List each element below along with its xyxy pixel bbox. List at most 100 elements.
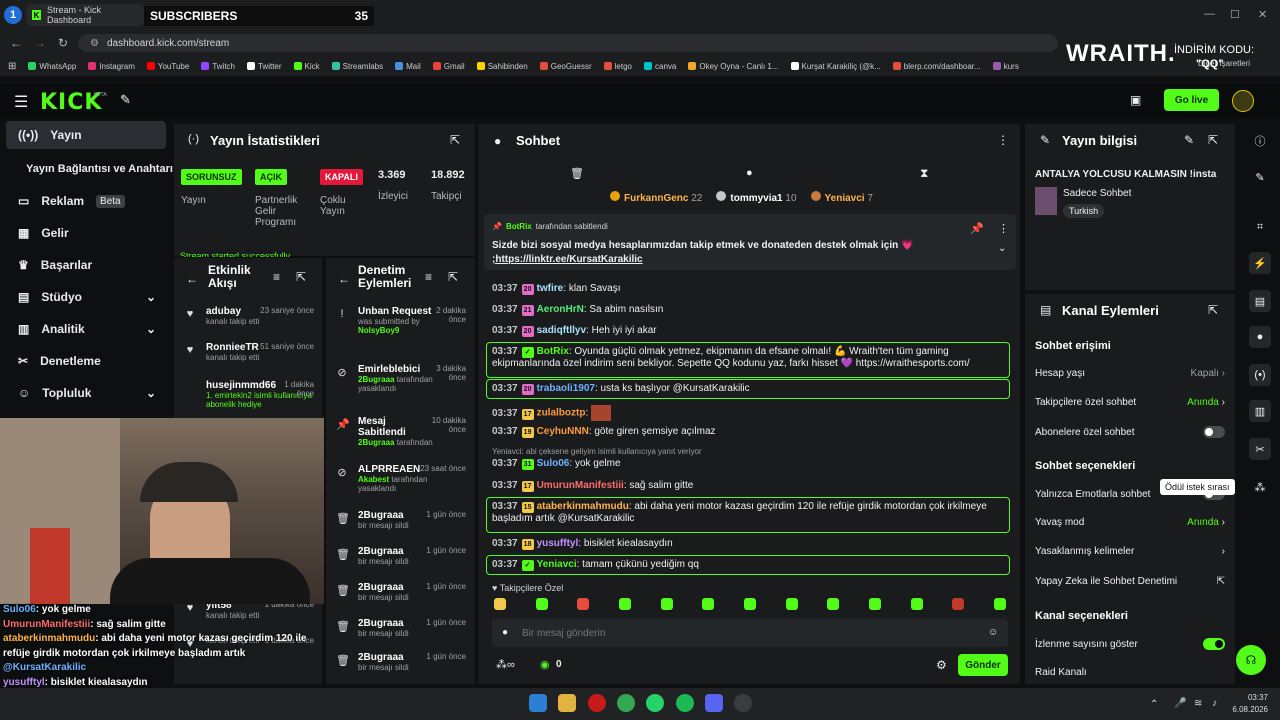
chat-message[interactable]: 03:37 17 zulalboztp: xyxy=(492,405,1012,421)
popout-icon[interactable]: ⇱ xyxy=(1208,133,1218,147)
points-icon[interactable]: ⁂∞ xyxy=(496,658,515,671)
sidebar-item-yayin[interactable]: ((•)) Yayın xyxy=(6,121,166,149)
bookmark-item[interactable]: WhatsApp xyxy=(28,62,76,71)
chat-message[interactable]: 03:37 17 UmurunManifestiii: sağ salim gitt… xyxy=(492,480,1012,492)
chat-message[interactable]: 03:37 ✓ Yeniavci: tamam çükünü yediğim qq xyxy=(492,559,1012,571)
bookmark-item[interactable]: Streamlabs xyxy=(331,62,383,71)
forward-icon[interactable]: → xyxy=(34,36,46,50)
camera-icon[interactable]: ▣ xyxy=(1130,93,1141,107)
pinned-link[interactable]: ;https://linktr.ee/KursatKarakilic xyxy=(492,254,643,265)
bookmark-item[interactable]: canva xyxy=(644,62,676,71)
banned-words-row[interactable]: Yasaklanmış kelimeler › xyxy=(1035,546,1225,557)
message-user[interactable]: yusufftyl xyxy=(537,538,579,549)
sidebar-item-stream-key[interactable]: Yayın Bağlantısı ve Anahtarı xyxy=(6,155,174,183)
bookmark-item[interactable]: Twitch xyxy=(201,62,235,71)
message-user[interactable]: sadiqftllyv xyxy=(537,325,586,336)
browser-tab[interactable]: K Stream - Kick Dashboard xyxy=(26,4,144,26)
bookmark-item[interactable]: GeoGuessr xyxy=(539,62,592,71)
bookmark-item[interactable]: Instagram xyxy=(88,62,135,71)
chat-message-field[interactable] xyxy=(522,624,962,642)
chat-message[interactable]: 03:37 19 CeyhuNNN: göte giren şemsiye açıl… xyxy=(492,426,1012,438)
emote-icon[interactable] xyxy=(702,598,715,610)
menu-icon[interactable]: ☰ xyxy=(14,92,28,112)
hourglass-icon[interactable]: ⧗ xyxy=(920,166,928,181)
chat-message[interactable]: 03:37 15 ataberkinmahmudu: abi daha yeni m… xyxy=(492,501,1012,524)
popout-icon[interactable]: ⇱ xyxy=(1208,303,1218,317)
chat-message[interactable]: 03:37 20 twfire: klan Savaşı xyxy=(492,283,1012,295)
message-user[interactable]: Sulo06 xyxy=(537,458,570,469)
message-user[interactable]: Yeniavci xyxy=(537,559,577,570)
followers-only-row[interactable]: Takipçilere özel sohbet Anında › xyxy=(1035,397,1225,408)
popout-icon[interactable]: ⇱ xyxy=(450,133,460,147)
bookmark-item[interactable]: letgo xyxy=(603,62,632,71)
info-icon[interactable]: ⓘ xyxy=(1249,130,1271,152)
slow-mode-row[interactable]: Yavaş mod Anında › xyxy=(1035,517,1225,528)
emote-icon[interactable] xyxy=(910,598,923,610)
avatar[interactable] xyxy=(1232,90,1254,112)
filter-icon[interactable]: ≡ xyxy=(273,270,280,284)
chat-bubble-icon[interactable]: ● xyxy=(746,167,753,179)
emote-icon[interactable] xyxy=(535,598,548,610)
emote-icon[interactable] xyxy=(660,598,673,610)
emoji-icon[interactable]: ☺ xyxy=(988,627,998,638)
chat-message[interactable]: 03:37 ✓ BotRix: Oyunda güçlü olmak yetmez,… xyxy=(492,346,1012,369)
emote-icon[interactable] xyxy=(868,598,881,610)
spotify-icon[interactable] xyxy=(676,694,694,712)
clock-time[interactable]: 03:37 xyxy=(1238,693,1268,702)
url-field[interactable]: ⚙ dashboard.kick.com/stream xyxy=(78,34,1058,52)
category-name[interactable]: Sadece Sohbet xyxy=(1063,188,1131,199)
broadcast-icon[interactable]: (•) xyxy=(1249,364,1271,386)
opera-icon[interactable] xyxy=(588,694,606,712)
chat-bubble-icon[interactable]: ● xyxy=(1249,326,1271,348)
pin-icon[interactable]: 📌 xyxy=(970,222,984,235)
sidebar-item-basarilar[interactable]: ♛ Başarılar xyxy=(6,251,166,279)
bookmark-item[interactable]: Kurşat Karakiliç (@k... xyxy=(790,62,881,71)
edit-icon[interactable]: ✎ xyxy=(1249,166,1271,188)
reply-context[interactable]: Yeniavci: abi çeksene geliyim isimli kul… xyxy=(492,446,1012,457)
top-gifter[interactable]: tommyvia1 10 xyxy=(716,191,797,204)
chat-message[interactable]: 03:37 20 sadiqftllyv: Heh iyi iyi akar xyxy=(492,325,1012,337)
sidebar-item-analitik[interactable]: ▥ Analitik ⌄ xyxy=(6,315,166,343)
bookmark-item[interactable]: Mail xyxy=(395,62,421,71)
send-button[interactable]: Gönder xyxy=(958,654,1008,676)
bookmark-item[interactable]: YouTube xyxy=(146,62,189,71)
edit-icon[interactable]: ✎ xyxy=(1184,133,1194,147)
chrome-icon[interactable] xyxy=(617,694,635,712)
maximize-icon[interactable]: ☐ xyxy=(1230,8,1240,21)
more-icon[interactable]: ⋮ xyxy=(998,222,1009,235)
clock-date[interactable]: 6.08.2026 xyxy=(1230,705,1268,714)
message-user[interactable]: twfire xyxy=(537,283,564,294)
chevron-up-icon[interactable]: ⌃ xyxy=(1150,699,1158,710)
sidebar-item-denetleme[interactable]: ✂ Denetleme xyxy=(6,347,166,375)
close-icon[interactable]: ✕ xyxy=(1258,8,1267,21)
message-user[interactable]: AeronHrN xyxy=(537,304,584,315)
chat-message[interactable]: 03:37 18 yusufftyl: bisiklet kiealasaydın xyxy=(492,538,1012,550)
top-gifter[interactable]: FurkannGenc 22 xyxy=(610,191,702,204)
bookmark-item[interactable]: Sahibinden xyxy=(476,62,528,71)
emote-icon[interactable] xyxy=(577,598,590,610)
bookmark-item[interactable]: Twitter xyxy=(246,62,282,71)
sidebar-item-gelir[interactable]: ▦ Gelir xyxy=(6,219,166,247)
emote-icon[interactable] xyxy=(785,598,798,610)
rewards-icon[interactable]: ⁂ xyxy=(1249,476,1271,498)
apps-icon[interactable]: ⊞ xyxy=(8,61,16,72)
show-viewcount-toggle[interactable] xyxy=(1203,638,1225,650)
message-user[interactable]: zulalboztp xyxy=(537,408,586,419)
reload-icon[interactable]: ↻ xyxy=(58,36,68,50)
emote-icon[interactable] xyxy=(952,598,965,610)
bookmark-item[interactable]: Okey Oyna - Canlı 1... xyxy=(688,62,779,71)
message-user[interactable]: BotRix xyxy=(537,346,569,357)
message-user[interactable]: trabaoli1907 xyxy=(537,383,595,394)
minimize-icon[interactable]: — xyxy=(1204,8,1215,20)
mic-icon[interactable]: 🎤 xyxy=(1174,698,1186,709)
tools-icon[interactable]: ✎ xyxy=(120,92,131,108)
crop-icon[interactable]: ⌗ xyxy=(1249,216,1271,238)
account-age-row[interactable]: Hesap yaşı Kapalı › xyxy=(1035,368,1225,379)
message-user[interactable]: ataberkinmahmudu xyxy=(537,501,629,512)
emote-icon[interactable] xyxy=(743,598,756,610)
bookmark-item[interactable]: blerp.com/dashboar... xyxy=(892,62,981,71)
emote-icon[interactable] xyxy=(993,598,1006,610)
wifi-icon[interactable]: ≋ xyxy=(1194,698,1202,709)
chat-message[interactable]: 03:37 20 trabaoli1907: usta ks başlıyor @K… xyxy=(492,383,1012,395)
sidebar-item-studyo[interactable]: ▤ Stüdyo ⌄ xyxy=(6,283,166,311)
